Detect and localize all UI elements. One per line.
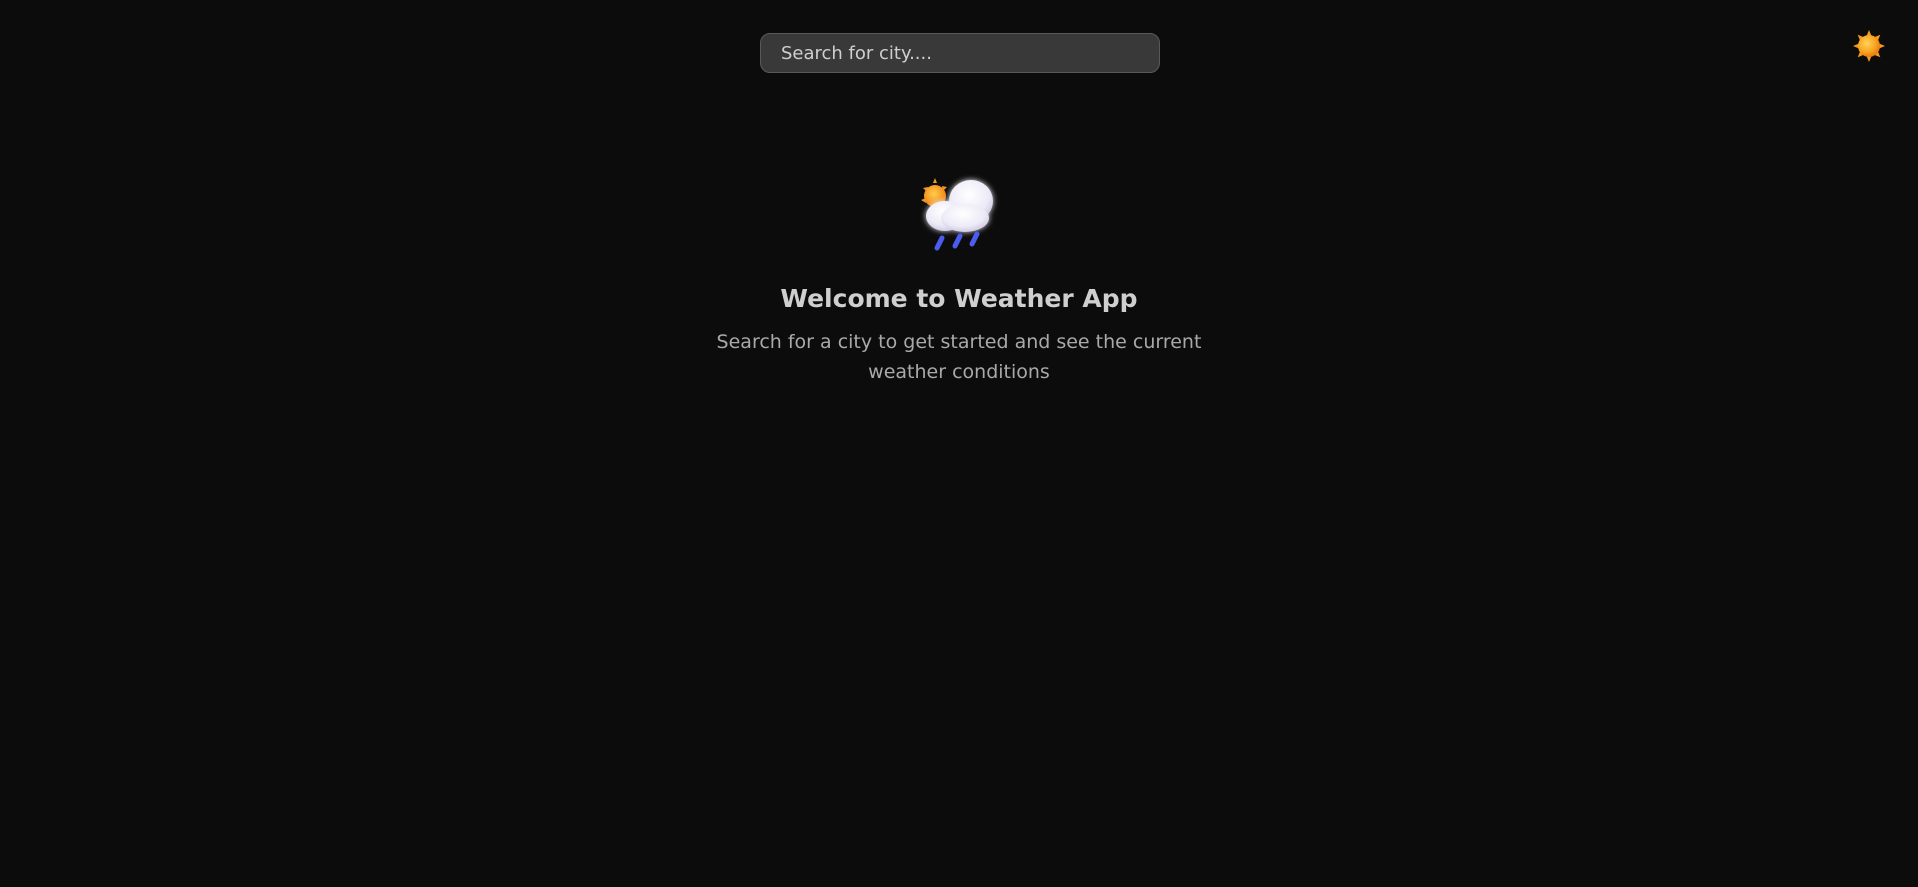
cloud-sun-rain-icon bbox=[921, 178, 993, 251]
weather-app: Welcome to Weather App Search for a city… bbox=[0, 0, 1918, 887]
sun-icon bbox=[1853, 30, 1885, 62]
search-input[interactable] bbox=[760, 33, 1160, 73]
welcome-subtitle: Search for a city to get started and see… bbox=[716, 331, 1202, 383]
theme-toggle-button[interactable] bbox=[1852, 29, 1886, 63]
search-bar bbox=[760, 33, 1160, 73]
welcome-title: Welcome to Weather App bbox=[780, 284, 1138, 313]
welcome-section: Welcome to Weather App Search for a city… bbox=[0, 174, 1918, 387]
